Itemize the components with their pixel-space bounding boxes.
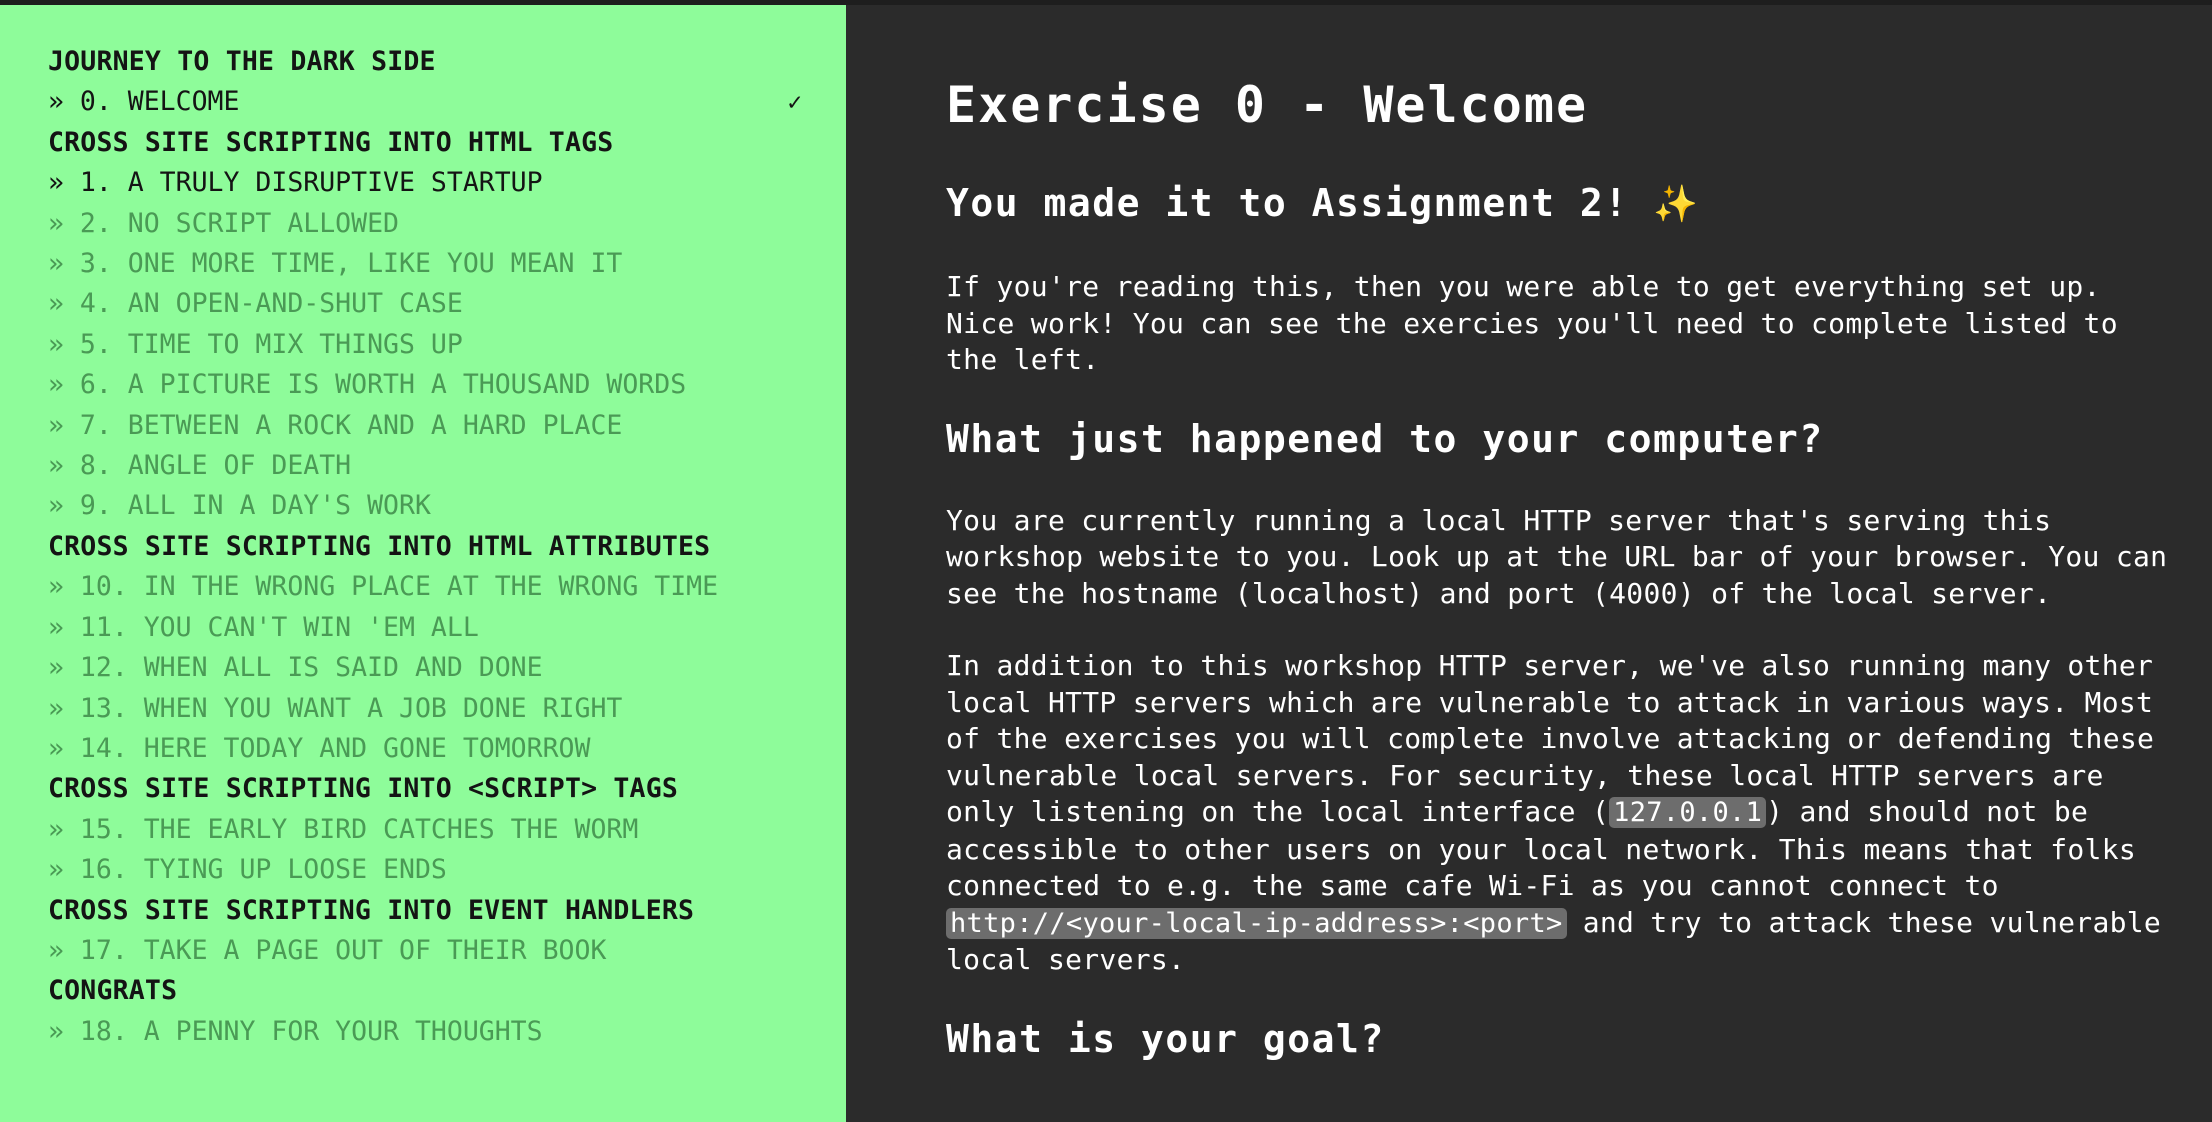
sidebar-exercise-item[interactable]: » 5. TIME TO MIX THINGS UP: [48, 325, 846, 365]
sidebar-exercise-item[interactable]: » 10. IN THE WRONG PLACE AT THE WRONG TI…: [48, 567, 846, 607]
vulnerable-servers-paragraph: In addition to this workshop HTTP server…: [946, 648, 2172, 979]
sidebar-exercise-item[interactable]: » 6. A PICTURE IS WORTH A THOUSAND WORDS: [48, 365, 846, 405]
local-server-paragraph: You are currently running a local HTTP s…: [946, 503, 2168, 610]
sidebar-section-title: JOURNEY TO THE DARK SIDE: [48, 46, 436, 77]
local-ip-url-code: http://<your-local-ip-address>:<port>: [946, 907, 1567, 939]
sidebar-exercise-item[interactable]: » 8. ANGLE OF DEATH: [48, 446, 846, 486]
sidebar-exercise-item[interactable]: » 14. HERE TODAY AND GONE TOMORROW: [48, 729, 846, 769]
welcome-heading-text: You made it to Assignment 2!: [946, 181, 1629, 225]
exercise-label: » 11. YOU CAN'T WIN 'EM ALL: [48, 611, 479, 643]
sidebar-exercise-item[interactable]: » 12. WHEN ALL IS SAID AND DONE: [48, 648, 846, 688]
loopback-address-code: 127.0.0.1: [1609, 797, 1767, 828]
workshop-page: JOURNEY TO THE DARK SIDE » 0. WELCOME ✓ CRO…: [0, 0, 2212, 1122]
sidebar-exercise-item[interactable]: » 13. WHEN YOU WANT A JOB DONE RIGHT: [48, 689, 846, 729]
intro-paragraph: If you're reading this, then you were ab…: [946, 270, 2118, 376]
exercise-label: » 1. A TRULY DISRUPTIVE STARTUP: [48, 167, 543, 199]
sparkle-icon: ✨: [1652, 184, 1700, 225]
section-heading-goal: What is your goal?: [946, 1016, 1385, 1061]
exercise-label: » 18. A PENNY FOR YOUR THOUGHTS: [48, 1015, 543, 1047]
exercise-list: JOURNEY TO THE DARK SIDE » 0. WELCOME ✓ CRO…: [48, 42, 846, 1052]
exercise-label: » 2. NO SCRIPT ALLOWED: [48, 207, 399, 239]
exercise-label: » 7. BETWEEN A ROCK AND A HARD PLACE: [48, 409, 623, 441]
exercise-sidebar: JOURNEY TO THE DARK SIDE » 0. WELCOME ✓ CRO…: [0, 5, 846, 1122]
sidebar-exercise-item[interactable]: » 7. BETWEEN A ROCK AND A HARD PLACE: [48, 406, 846, 446]
exercise-label: » 17. TAKE A PAGE OUT OF THEIR BOOK: [48, 934, 607, 966]
sidebar-section-title: CROSS SITE SCRIPTING INTO <SCRIPT> TAGS: [48, 773, 679, 805]
sidebar-section-title: CONGRATS: [48, 975, 178, 1007]
sidebar-exercise-item[interactable]: » 18. A PENNY FOR YOUR THOUGHTS: [48, 1012, 846, 1052]
exercise-label: » 5. TIME TO MIX THINGS UP: [48, 328, 463, 360]
sidebar-section-title: CROSS SITE SCRIPTING INTO HTML ATTRIBUTE…: [48, 530, 711, 562]
sidebar-exercise-item[interactable]: » 0. WELCOME ✓: [48, 82, 846, 122]
exercise-label: » 0. WELCOME: [48, 86, 240, 118]
exercise-label: » 15. THE EARLY BIRD CATCHES THE WORM: [48, 813, 639, 845]
exercise-label: » 9. ALL IN A DAY'S WORK: [48, 490, 431, 522]
sidebar-exercise-item[interactable]: » 2. NO SCRIPT ALLOWED: [48, 204, 846, 244]
sidebar-exercise-item[interactable]: » 9. ALL IN A DAY'S WORK: [48, 486, 846, 526]
sidebar-exercise-item[interactable]: » 3. ONE MORE TIME, LIKE YOU MEAN IT: [48, 244, 846, 284]
exercise-label: » 14. HERE TODAY AND GONE TOMORROW: [48, 732, 591, 764]
exercise-label: » 13. WHEN YOU WANT A JOB DONE RIGHT: [48, 692, 623, 724]
main-content: Exercise 0 - Welcome You made it to Assi…: [846, 5, 2212, 1122]
exercise-label: » 6. A PICTURE IS WORTH A THOUSAND WORDS: [48, 369, 687, 401]
sidebar-section-title: CROSS SITE SCRIPTING INTO HTML TAGS: [48, 126, 614, 158]
exercise-label: » 12. WHEN ALL IS SAID AND DONE: [48, 652, 543, 684]
checkmark-icon: ✓: [787, 88, 802, 117]
sidebar-exercise-item[interactable]: » 17. TAKE A PAGE OUT OF THEIR BOOK: [48, 931, 846, 971]
page-title: Exercise 0 - Welcome: [946, 76, 1589, 134]
sidebar-exercise-item[interactable]: » 1. A TRULY DISRUPTIVE STARTUP: [48, 163, 846, 203]
sidebar-exercise-item[interactable]: » 16. TYING UP LOOSE ENDS: [48, 850, 846, 890]
exercise-label: » 10. IN THE WRONG PLACE AT THE WRONG TI…: [48, 571, 719, 603]
exercise-label: » 3. ONE MORE TIME, LIKE YOU MEAN IT: [48, 248, 623, 280]
sidebar-exercise-item[interactable]: » 4. AN OPEN-AND-SHUT CASE: [48, 284, 846, 324]
section-heading-computer: What just happened to your computer?: [946, 416, 1824, 461]
exercise-label: » 16. TYING UP LOOSE ENDS: [48, 854, 447, 886]
exercise-label: » 8. ANGLE OF DEATH: [48, 450, 352, 482]
exercise-label: » 4. AN OPEN-AND-SHUT CASE: [48, 288, 463, 320]
sidebar-section-title: CROSS SITE SCRIPTING INTO EVENT HANDLERS: [48, 894, 695, 926]
sidebar-exercise-item[interactable]: » 15. THE EARLY BIRD CATCHES THE WORM: [48, 810, 846, 850]
welcome-heading: You made it to Assignment 2! ✨: [946, 179, 2172, 229]
sidebar-exercise-item[interactable]: » 11. YOU CAN'T WIN 'EM ALL: [48, 608, 846, 648]
